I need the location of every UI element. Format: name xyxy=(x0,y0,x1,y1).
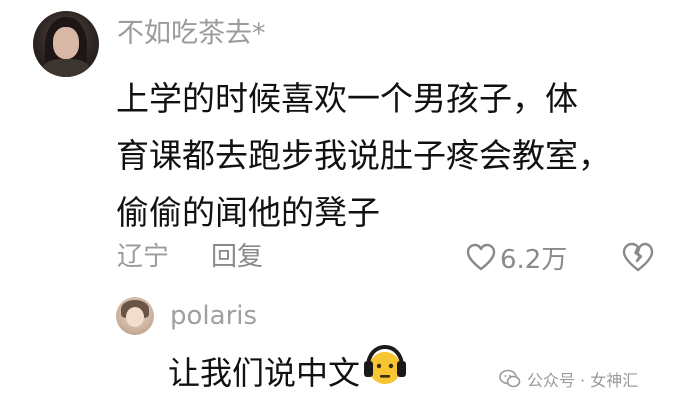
reply-text-row: 让我们说中文 xyxy=(168,343,408,402)
headphone-emoji-icon xyxy=(362,343,408,402)
comment-location: 辽宁 xyxy=(117,242,170,272)
like-count: 6.2万 xyxy=(500,244,568,275)
reply-text: 让我们说中文 xyxy=(168,353,361,392)
avatar-body xyxy=(41,59,91,77)
broken-heart-icon xyxy=(622,242,654,272)
comment-line: 上学的时候喜欢一个男孩子，体 xyxy=(116,79,578,118)
comment-line: 偷偷的闻他的凳子 xyxy=(116,193,380,232)
wechat-icon xyxy=(499,369,521,388)
reply-avatar[interactable] xyxy=(116,297,154,335)
dislike-button[interactable] xyxy=(622,242,654,276)
avatar-face xyxy=(53,27,79,59)
comment-line: 育课都去跑步我说肚子疼会教室， xyxy=(116,136,611,175)
commenter-username[interactable]: 不如吃茶去* xyxy=(117,14,266,54)
reply-username[interactable]: polaris xyxy=(170,296,257,336)
avatar-face xyxy=(126,307,144,327)
heart-icon xyxy=(466,243,496,271)
commenter-avatar[interactable] xyxy=(33,11,99,77)
reply-button[interactable]: 回复 xyxy=(211,237,263,277)
like-button[interactable]: 6.2万 xyxy=(466,237,567,277)
comment-text: 上学的时候喜欢一个男孩子，体 育课都去跑步我说肚子疼会教室， 偷偷的闻他的凳子 xyxy=(116,70,676,241)
watermark: 公众号 · 女神汇 xyxy=(499,364,638,394)
watermark-text: 公众号 · 女神汇 xyxy=(527,371,639,390)
